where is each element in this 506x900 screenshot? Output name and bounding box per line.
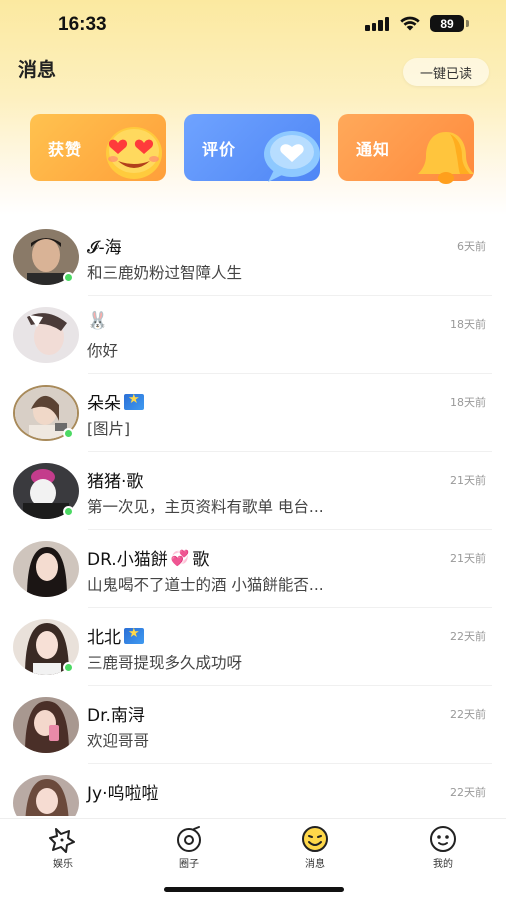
conversation-row[interactable]: 北北 三鹿哥提现多久成功呀 22天前 bbox=[0, 608, 506, 686]
contact-name: Dr.南浔 bbox=[87, 706, 145, 726]
message-time: 22天前 bbox=[450, 786, 486, 799]
tab-label: 我的 bbox=[433, 859, 453, 870]
message-time: 21天前 bbox=[450, 552, 486, 565]
online-status-dot bbox=[63, 662, 74, 673]
page-title: 消息 bbox=[18, 59, 57, 81]
online-status-dot bbox=[63, 428, 74, 439]
home-indicator bbox=[164, 887, 344, 892]
notifications-card[interactable]: 通知 bbox=[338, 114, 474, 184]
tab-circle[interactable]: 圈子 bbox=[154, 825, 224, 873]
mark-all-read-button[interactable]: 一键已读 bbox=[403, 58, 489, 86]
conversation-row[interactable]: DR.小猫餅 💞 歌 山鬼喝不了道士的酒 小猫餅能否... 21天前 bbox=[0, 530, 506, 608]
likes-card-label: 获赞 bbox=[48, 140, 83, 159]
avatar[interactable] bbox=[13, 541, 79, 597]
avatar[interactable] bbox=[13, 697, 79, 753]
message-time: 6天前 bbox=[457, 240, 486, 253]
contact-name: 🐰 bbox=[87, 311, 109, 331]
last-message: 第一次见，主页资料有歌单 电台... bbox=[87, 498, 324, 516]
conversation-row[interactable]: Jy·呜啦啦 22天前 bbox=[0, 764, 506, 816]
last-message: 三鹿哥提现多久成功呀 bbox=[87, 654, 243, 672]
last-message: 山鬼喝不了道士的酒 小猫餅能否... bbox=[87, 576, 324, 594]
conversation-row[interactable]: Dr.南浔 欢迎哥哥 22天前 bbox=[0, 686, 506, 764]
contact-name: 北北 bbox=[87, 623, 144, 648]
conversation-row[interactable]: 猪猪·歌 第一次见，主页资料有歌单 电台... 21天前 bbox=[0, 452, 506, 530]
conversation-row[interactable]: 朵朵 [图片] 18天前 bbox=[0, 374, 506, 452]
reviews-card-label: 评价 bbox=[202, 140, 237, 159]
message-time: 21天前 bbox=[450, 474, 486, 487]
contact-name: 朵朵 bbox=[87, 389, 144, 414]
tab-entertainment[interactable]: 娱乐 bbox=[28, 825, 98, 873]
message-time: 22天前 bbox=[450, 708, 486, 721]
message-time: 22天前 bbox=[450, 630, 486, 643]
battery-indicator: 89 bbox=[430, 15, 464, 32]
likes-card[interactable]: 获赞 bbox=[30, 114, 166, 181]
signal-icon bbox=[365, 17, 391, 31]
status-time: 16:33 bbox=[58, 14, 107, 35]
heart-eyes-emoji-icon bbox=[106, 127, 162, 179]
last-message: 和三鹿奶粉过智障人生 bbox=[87, 264, 243, 282]
star-badge-icon bbox=[124, 626, 144, 644]
battery-tip bbox=[466, 20, 469, 27]
reviews-card[interactable]: 评价 bbox=[184, 114, 320, 182]
tab-label: 圈子 bbox=[179, 859, 199, 870]
wifi-icon bbox=[400, 16, 420, 31]
tab-label: 娱乐 bbox=[53, 859, 73, 870]
message-time: 18天前 bbox=[450, 318, 486, 331]
face-icon bbox=[430, 826, 456, 852]
conversation-row[interactable]: 🐰 你好 18天前 bbox=[0, 296, 506, 374]
online-status-dot bbox=[63, 506, 74, 517]
contact-name: 猪猪·歌 bbox=[87, 472, 144, 492]
contact-name: 𝓘-海 bbox=[87, 238, 122, 258]
tab-label: 消息 bbox=[305, 859, 325, 870]
status-bar: 16:33 89 bbox=[0, 0, 506, 50]
last-message: [图片] bbox=[87, 420, 131, 438]
bell-icon bbox=[418, 132, 474, 184]
contact-name: DR.小猫餅 💞 歌 bbox=[87, 548, 210, 571]
category-cards: 获赞 评价 通知 bbox=[30, 114, 476, 184]
last-message: 你好 bbox=[87, 342, 119, 360]
heart-bubble-icon bbox=[264, 131, 320, 182]
heart-badge-icon: 💞 bbox=[170, 548, 190, 567]
conversation-row[interactable]: 𝓘-海 和三鹿奶粉过智障人生 6天前 bbox=[0, 218, 506, 296]
tab-messages[interactable]: 消息 bbox=[280, 825, 350, 873]
avatar[interactable] bbox=[13, 307, 79, 363]
tab-me[interactable]: 我的 bbox=[408, 825, 478, 873]
notifications-card-label: 通知 bbox=[356, 140, 391, 159]
star-badge-icon bbox=[124, 392, 144, 410]
message-smile-icon bbox=[302, 826, 328, 852]
last-message: 欢迎哥哥 bbox=[87, 732, 150, 750]
contact-name: Jy·呜啦啦 bbox=[87, 784, 159, 804]
star-chat-icon bbox=[49, 828, 75, 853]
avatar[interactable] bbox=[13, 775, 79, 816]
online-status-dot bbox=[63, 272, 74, 283]
circle-icon bbox=[177, 826, 201, 852]
message-time: 18天前 bbox=[450, 396, 486, 409]
